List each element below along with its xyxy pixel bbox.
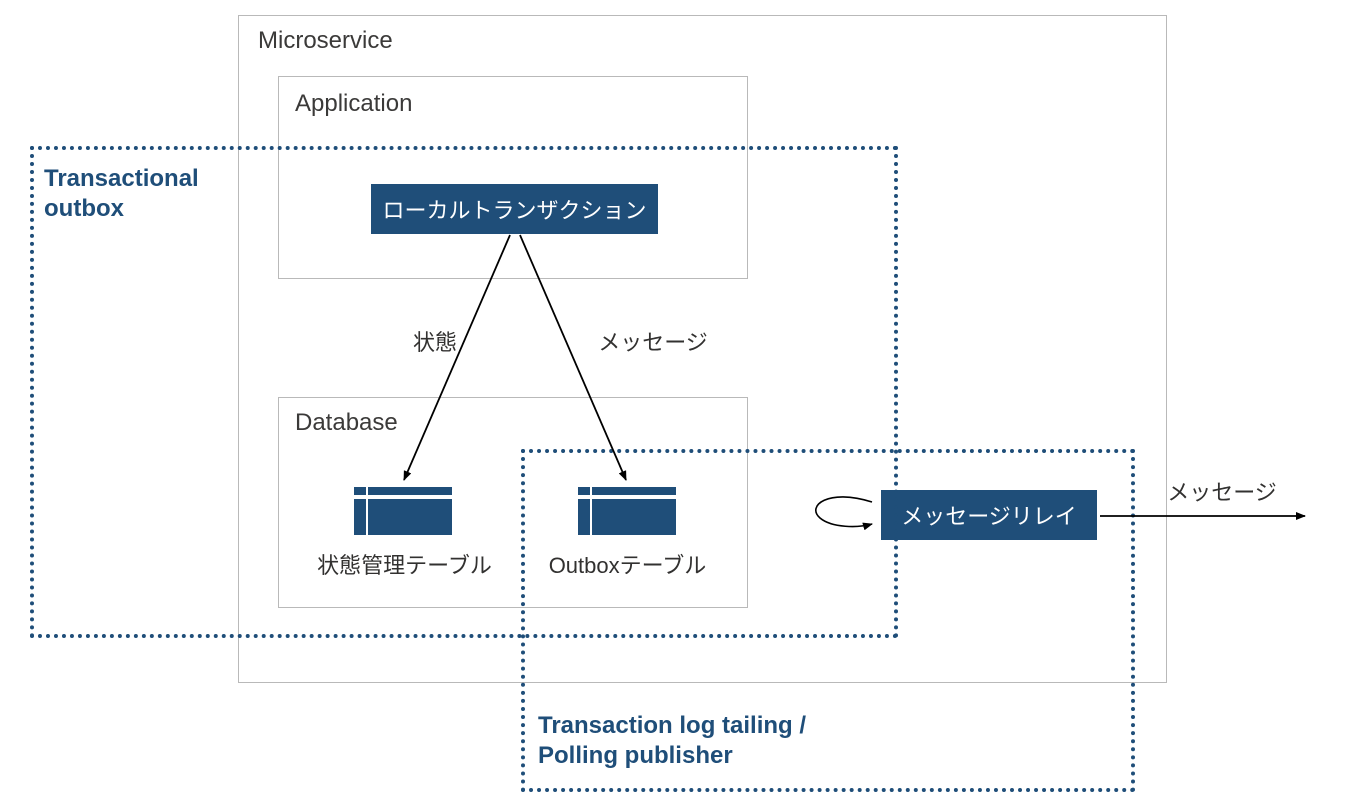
- log-tailing-title: Transaction log tailing / Polling publis…: [538, 711, 806, 771]
- out-message-label: メッセージ: [1167, 475, 1277, 507]
- local-transaction-label: ローカルトランザクション: [382, 193, 646, 225]
- state-table-label: 状態管理テーブル: [307, 548, 502, 580]
- application-title: Application: [295, 90, 412, 118]
- message-relay-label: メッセージリレイ: [901, 499, 1077, 531]
- message-relay-box: メッセージリレイ: [881, 490, 1097, 540]
- database-title: Database: [295, 409, 398, 437]
- diagram-canvas: Microservice Application ローカルトランザクション Da…: [0, 0, 1346, 794]
- local-transaction-box: ローカルトランザクション: [371, 184, 658, 234]
- microservice-title: Microservice: [258, 27, 393, 55]
- state-arrow-label: 状態: [405, 325, 465, 357]
- state-table-icon: [354, 487, 452, 535]
- outbox-table-icon: [578, 487, 676, 535]
- outbox-table-label: Outboxテーブル: [545, 548, 710, 580]
- message-arrow-label: メッセージ: [598, 325, 708, 357]
- transactional-outbox-title: Transactional outbox: [44, 164, 199, 224]
